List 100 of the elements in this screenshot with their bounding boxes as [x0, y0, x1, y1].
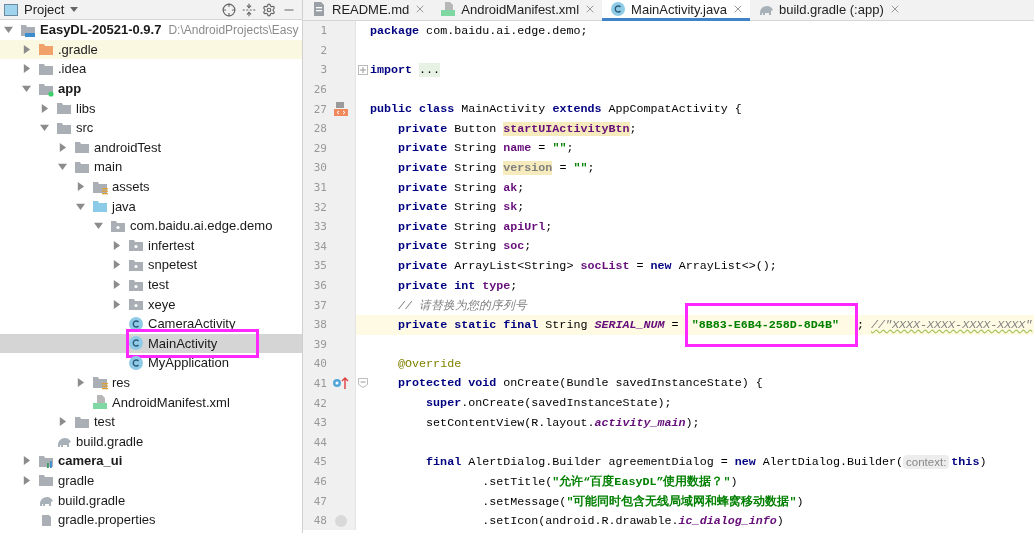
collapsed-arrow-icon[interactable] [112, 240, 121, 250]
line-number: 33 [312, 220, 327, 234]
line-number: 1 [319, 24, 327, 38]
collapsed-arrow-icon[interactable] [58, 142, 67, 152]
code-line: private String name = ""; [398, 141, 574, 156]
annotation-box: "8B83-E6B4-258D-8D4B" [687, 305, 855, 344]
code-line: private ArrayList<String> socList = new ArrayList<>(); [398, 258, 777, 273]
dropdown-caret-icon[interactable] [70, 6, 79, 13]
collapsed-arrow-icon[interactable] [22, 64, 31, 74]
layout-icon[interactable] [333, 101, 349, 118]
line-number: 28 [312, 122, 327, 136]
tree-item[interactable]: androidTest [0, 137, 302, 158]
tree-item[interactable]: MyApplication [0, 353, 302, 373]
expanded-arrow-icon[interactable] [4, 25, 13, 35]
locate-icon[interactable] [222, 2, 236, 17]
tree-item[interactable]: CameraActivity [0, 313, 302, 334]
tree-item-label: build.gradle [58, 492, 126, 508]
line-number: 44 [312, 435, 327, 449]
tree-item-label: test [94, 414, 115, 430]
editor-tab[interactable]: build.gradle (:app) [749, 0, 907, 21]
collapsed-arrow-icon[interactable] [40, 103, 49, 113]
collapsed-arrow-icon[interactable] [112, 260, 121, 270]
expanded-arrow-icon[interactable] [40, 123, 49, 133]
tree-item-label: infertest [148, 237, 195, 253]
code-line: // 请替换为您的序列号 [398, 297, 528, 313]
tree-item[interactable]: main [0, 157, 302, 177]
override-icon[interactable] [332, 376, 350, 391]
tree-item[interactable]: xeye [0, 294, 302, 314]
tree-item[interactable]: EasyDL-20521-0.9.7 D:\AndroidProjects\Easy [0, 20, 302, 40]
line-number: 45 [312, 455, 327, 469]
tree-item-label: gradle [58, 472, 95, 488]
tree-item[interactable]: camera_ui [0, 451, 302, 471]
tree-item-label: com.baidu.ai.edge.demo [130, 218, 273, 234]
code-line: import ... [370, 63, 441, 77]
panel-title[interactable]: Project [24, 2, 65, 17]
tree-item[interactable]: test [0, 411, 302, 432]
line-number: 30 [312, 161, 327, 175]
editor-tab[interactable]: MainActivity.java [602, 0, 750, 21]
tree-item-label: .gradle [58, 41, 98, 57]
tree-item-label: CameraActivity [148, 316, 236, 332]
line-number: 29 [312, 141, 327, 155]
tree-item[interactable]: build.gradle [0, 490, 302, 510]
line-number: 35 [312, 259, 327, 273]
editor-tab[interactable]: AndroidManifest.xml [432, 0, 603, 21]
tree-item[interactable]: res [0, 372, 302, 393]
code-line: @Override [398, 356, 462, 371]
expanded-arrow-icon[interactable] [76, 201, 85, 211]
tree-item[interactable]: gradle.properties [0, 509, 302, 530]
tree-item[interactable]: test [0, 274, 302, 295]
collapsed-arrow-icon[interactable] [58, 417, 67, 427]
tree-item[interactable]: src [0, 117, 302, 138]
code-text: private static final String SERIAL_NUM = [398, 317, 680, 332]
line-number: 36 [312, 279, 327, 292]
tree-item[interactable]: libs [0, 98, 302, 118]
collapsed-arrow-icon[interactable] [76, 378, 85, 387]
collapsed-arrow-icon[interactable] [112, 299, 121, 309]
settings-icon[interactable] [262, 2, 276, 17]
code-line: super.onCreate(savedInstanceState); [426, 396, 672, 411]
code-line: private Button startUIActivityBtn; [398, 121, 637, 136]
tree-item-label: test [148, 277, 169, 292]
collapsed-arrow-icon[interactable] [22, 456, 31, 466]
tree-item-label: .idea [58, 61, 87, 77]
collapsed-arrow-icon[interactable] [112, 280, 121, 289]
collapse-fold-icon[interactable] [358, 378, 368, 389]
tree-item-label: app [58, 81, 82, 97]
collapsed-arrow-icon[interactable] [22, 475, 31, 485]
tree-item[interactable]: app [0, 78, 302, 99]
tree-item-label: MainActivity [148, 335, 218, 351]
code-text: ; //"XXXX-XXXX-XXXX-XXXX" [856, 317, 1033, 332]
expanded-arrow-icon[interactable] [22, 84, 31, 94]
tree-item[interactable]: build.gradle [0, 431, 302, 452]
tree-item[interactable]: .gradle [0, 39, 302, 60]
tree-item[interactable]: AndroidManifest.xml [0, 392, 302, 412]
tree-item-label: src [76, 120, 94, 136]
editor-tab[interactable]: README.md [303, 0, 433, 21]
expanded-arrow-icon[interactable] [58, 162, 67, 172]
tree-item[interactable]: gradle [0, 470, 302, 491]
line-number: 37 [312, 298, 327, 312]
parameter-hint: context: [903, 454, 950, 469]
tree-item[interactable]: infertest [0, 235, 302, 256]
tree-item[interactable]: .idea [0, 59, 302, 79]
tree-item-label: build.gradle [76, 433, 144, 449]
collapsed-arrow-icon[interactable] [76, 182, 85, 192]
tree-item[interactable]: java [0, 196, 302, 216]
code-line: .setIcon(android.R.drawable.ic_dialog_info) [481, 513, 784, 528]
expanded-arrow-icon[interactable] [94, 221, 103, 231]
tree-item-label: libs [76, 100, 96, 116]
tree-item-label: res [112, 375, 131, 390]
code-line: setContentView(R.layout.activity_main); [426, 415, 700, 430]
collapsed-arrow-icon[interactable] [22, 44, 31, 54]
line-number: 26 [312, 83, 327, 97]
tree-item[interactable]: assets [0, 176, 302, 197]
tree-item[interactable]: com.baidu.ai.edge.demo [0, 215, 302, 236]
tree-item[interactable]: snpetest [0, 255, 302, 275]
line-number: 41 [312, 377, 327, 390]
line-number: 46 [312, 474, 327, 488]
tree-item-label: main [94, 159, 123, 175]
expand-fold-icon[interactable] [358, 65, 368, 75]
tree-item-label: assets [112, 179, 150, 195]
collapse-all-icon[interactable] [242, 2, 256, 17]
